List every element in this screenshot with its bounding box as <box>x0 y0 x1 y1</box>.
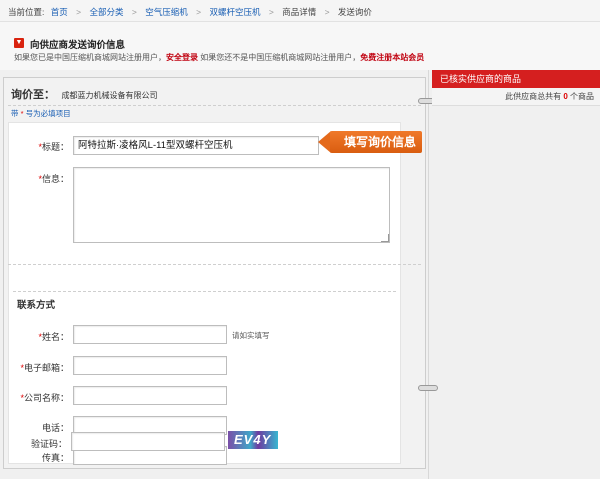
count-prefix: 此供应商总共有 <box>505 92 562 101</box>
login-link[interactable]: 安全登录 <box>166 53 198 62</box>
title-label-text: 标题： <box>41 142 69 152</box>
message-label: *信息： <box>9 172 69 185</box>
name-hint: 请如实填写 <box>232 331 270 340</box>
notice-desc-part2: 如果您还不是中国压缩机商城网站注册用户， <box>198 53 361 62</box>
captcha-label: 验证码： <box>30 439 67 449</box>
company-input[interactable] <box>73 386 227 405</box>
captcha-input[interactable] <box>71 432 225 451</box>
divider <box>13 291 396 292</box>
message-textarea[interactable] <box>73 167 390 243</box>
divider <box>8 264 421 265</box>
product-count-value: 0 <box>563 92 568 101</box>
breadcrumb-separator: > <box>131 7 137 17</box>
name-label-text: 姓名： <box>41 332 69 342</box>
count-suffix: 个商品 <box>570 92 594 101</box>
breadcrumb-home-link[interactable]: 首页 <box>51 7 68 17</box>
email-label: *电子邮箱： <box>9 361 69 374</box>
company-label: *公司名称： <box>9 391 69 404</box>
breadcrumb-separator: > <box>76 7 82 17</box>
supplier-product-count: 此供应商总共有 0 个商品 <box>432 88 600 106</box>
message-label-text: 信息： <box>41 174 69 184</box>
required-star: * <box>20 109 24 118</box>
breadcrumb-send-inquiry: 发送询价 <box>337 7 372 17</box>
register-link[interactable]: 免费注册本站会员 <box>360 53 424 62</box>
email-label-text: 电子邮箱： <box>23 363 69 373</box>
name-label: *姓名： <box>9 330 69 343</box>
company-label-text: 公司名称： <box>23 393 69 403</box>
breadcrumb-separator: > <box>324 7 330 17</box>
breadcrumb: 当前位置: 首页 > 全部分类 > 空气压缩机 > 双螺杆空压机 > 商品详情 … <box>0 0 600 22</box>
inquiry-recipient: 询价至： 成都蓝力机械设备有限公司 <box>11 86 158 102</box>
required-note-suffix: 号为必填项目 <box>25 109 71 118</box>
phone-label: 电话： <box>41 423 69 433</box>
contact-section-title: 联系方式 <box>17 300 56 311</box>
captcha-image[interactable]: EV4Y <box>228 431 278 449</box>
fax-label: 传真： <box>41 453 69 463</box>
splitter-handle-icon[interactable] <box>418 385 438 391</box>
notice-title: 向供应商发送询价信息 <box>30 40 126 51</box>
breadcrumb-prefix: 当前位置: <box>8 7 45 17</box>
name-input[interactable] <box>73 325 227 344</box>
resize-handle-icon[interactable] <box>381 234 389 242</box>
divider <box>8 105 421 106</box>
fill-inquiry-callout: 填写询价信息 <box>330 131 422 153</box>
required-note-prefix: 带 <box>11 109 19 118</box>
breadcrumb-twin-screw-link[interactable]: 双螺杆空压机 <box>209 7 260 17</box>
breadcrumb-all-categories-link[interactable]: 全部分类 <box>89 7 123 17</box>
inquiry-notice: ▼ 向供应商发送询价信息 如果您已是中国压缩机商城网站注册用户，安全登录 如果您… <box>0 22 600 70</box>
breadcrumb-product-detail: 商品详情 <box>282 7 317 17</box>
flag-icon: ▼ <box>14 38 24 48</box>
notice-desc-part1: 如果您已是中国压缩机商城网站注册用户， <box>14 53 166 62</box>
notice-description: 如果您已是中国压缩机商城网站注册用户，安全登录 如果您还不是中国压缩机商城网站注… <box>14 52 424 63</box>
supplier-name: 成都蓝力机械设备有限公司 <box>61 91 158 100</box>
inquiry-form-panel: *标题： 阿特拉斯·凌格风L-11型双螺杆空压机 *信息： 联系方式 *姓名： … <box>8 122 401 465</box>
title-input[interactable]: 阿特拉斯·凌格风L-11型双螺杆空压机 <box>73 136 319 155</box>
inquiry-to-label: 询价至： <box>11 89 55 101</box>
breadcrumb-air-compressor-link[interactable]: 空气压缩机 <box>145 7 188 17</box>
verified-supplier-header: 已核实供应商的商品 <box>432 70 600 88</box>
panel-divider <box>428 70 429 479</box>
email-input[interactable] <box>73 356 227 375</box>
required-fields-note: 带 * 号为必填项目 <box>11 108 71 119</box>
breadcrumb-separator: > <box>268 7 274 17</box>
breadcrumb-separator: > <box>196 7 202 17</box>
title-label: *标题： <box>9 140 69 153</box>
